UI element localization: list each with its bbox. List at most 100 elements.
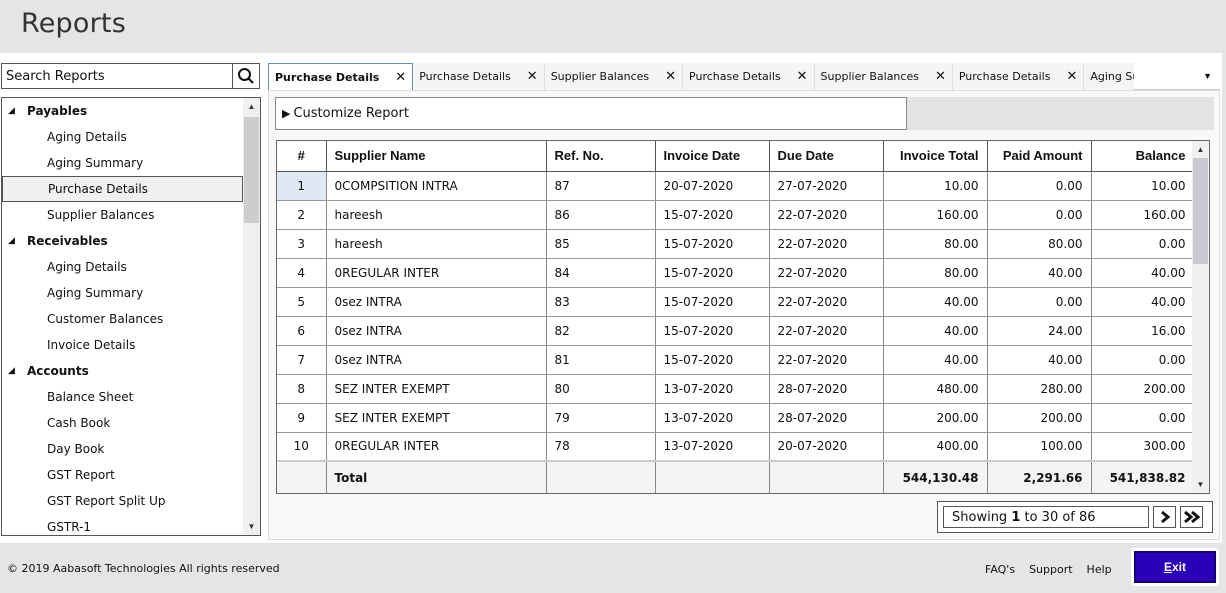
report-tree: ◢ Payables Aging Details Aging Summary Purch…: [1, 97, 261, 536]
table-cell: 0.00: [1091, 229, 1195, 259]
scroll-thumb[interactable]: [244, 117, 259, 223]
scroll-down-icon[interactable]: ▼: [243, 518, 260, 535]
scroll-down-icon[interactable]: ▼: [1192, 476, 1209, 493]
column-header[interactable]: Balance: [1091, 141, 1195, 172]
next-page-button[interactable]: [1153, 506, 1176, 528]
tree-group-label: Accounts: [27, 364, 89, 378]
tree-item-gstr-1[interactable]: GSTR-1: [2, 514, 243, 535]
report-grid: # Supplier Name Ref. No. Invoice Date Due Da…: [276, 140, 1210, 494]
column-header[interactable]: Supplier Name: [326, 141, 547, 172]
customize-report-toggle[interactable]: ▶ Customize Report: [275, 97, 907, 130]
search-button[interactable]: [232, 64, 259, 88]
table-cell: 28-07-2020: [769, 374, 884, 404]
tree-group-accounts[interactable]: ◢ Accounts: [2, 358, 243, 384]
table-cell: 40.00: [1091, 258, 1195, 288]
table-cell: hareesh: [326, 200, 547, 230]
support-link[interactable]: Support: [1029, 563, 1072, 576]
total-cell: 541,838.82: [1091, 460, 1195, 493]
tree-item-customer-balances[interactable]: Customer Balances: [2, 306, 243, 332]
tree-scrollbar[interactable]: ▲ ▼: [243, 98, 260, 535]
close-tab-icon[interactable]: ✕: [935, 69, 946, 84]
table-cell: 40.00: [1091, 287, 1195, 317]
scroll-thumb[interactable]: [1193, 158, 1208, 264]
tree-item-aging-summary[interactable]: Aging Summary: [2, 280, 243, 306]
collapse-triangle-icon[interactable]: ◢: [2, 366, 27, 376]
table-cell: 0.00: [987, 287, 1092, 317]
table-cell: 81: [546, 345, 656, 375]
table-cell: 22-07-2020: [769, 316, 884, 346]
table-cell: 0.00: [987, 200, 1092, 230]
table-cell: 0.00: [987, 171, 1092, 201]
close-tab-icon[interactable]: ✕: [797, 69, 808, 84]
collapse-triangle-icon[interactable]: ◢: [2, 236, 27, 246]
help-link[interactable]: Help: [1087, 563, 1112, 576]
table-row[interactable]: 6 0sez INTRA 82 15-07-2020 22-07-2020 40.00 24…: [277, 316, 1195, 346]
table-row[interactable]: 7 0sez INTRA 81 15-07-2020 22-07-2020 40.00 40…: [277, 345, 1195, 375]
close-tab-icon[interactable]: ✕: [395, 70, 406, 85]
table-cell: 86: [546, 200, 656, 230]
tree-item-aging-summary[interactable]: Aging Summary: [2, 150, 243, 176]
tree-item-cash-book[interactable]: Cash Book: [2, 410, 243, 436]
collapse-triangle-icon[interactable]: ◢: [2, 106, 27, 116]
tree-item-gst-report-split-up[interactable]: GST Report Split Up: [2, 488, 243, 514]
faq-link[interactable]: FAQ's: [985, 563, 1015, 576]
last-page-button[interactable]: [1180, 506, 1203, 528]
table-cell: 160.00: [1091, 200, 1195, 230]
table-row[interactable]: 5 0sez INTRA 83 15-07-2020 22-07-2020 40.00 0.…: [277, 287, 1195, 317]
table-cell: 6: [277, 316, 327, 346]
tab-purchase-details[interactable]: Purchase Details ✕: [683, 63, 815, 90]
table-cell: 20-07-2020: [769, 432, 884, 462]
table-row[interactable]: 1 0COMPSITION INTRA 87 20-07-2020 27-07-2020…: [277, 171, 1195, 201]
tab-purchase-details[interactable]: Purchase Details ✕: [952, 63, 1085, 90]
table-row[interactable]: 3 hareesh 85 15-07-2020 22-07-2020 80.00 80.00…: [277, 229, 1195, 259]
tab-purchase-details[interactable]: Purchase Details ✕: [268, 63, 414, 90]
table-cell: 80.00: [987, 229, 1092, 259]
pager-prefix: Showing: [952, 509, 1012, 525]
column-header[interactable]: Invoice Date: [655, 141, 770, 172]
tree-item-aging-details[interactable]: Aging Details: [2, 124, 243, 150]
tree-group-payables[interactable]: ◢ Payables: [2, 98, 243, 124]
close-tab-icon[interactable]: ✕: [527, 69, 538, 84]
column-header[interactable]: Paid Amount: [987, 141, 1092, 172]
grid-scrollbar[interactable]: ▲ ▼: [1192, 141, 1209, 493]
table-cell: 27-07-2020: [769, 171, 884, 201]
search-input[interactable]: [2, 64, 232, 88]
tab-label: Purchase Details: [419, 70, 511, 83]
scroll-up-icon[interactable]: ▲: [243, 98, 260, 115]
table-cell: 9: [277, 403, 327, 433]
tree-item-gst-report[interactable]: GST Report: [2, 462, 243, 488]
table-cell: 0COMPSITION INTRA: [326, 171, 547, 201]
table-cell: 0REGULAR INTER: [326, 432, 547, 462]
table-row[interactable]: 8 SEZ INTER EXEMPT 80 13-07-2020 28-07-2020 4…: [277, 374, 1195, 404]
exit-button[interactable]: Exit: [1134, 551, 1216, 583]
table-cell: 15-07-2020: [655, 200, 770, 230]
table-cell: 78: [546, 432, 656, 462]
grid-header-row: # Supplier Name Ref. No. Invoice Date Due Da…: [277, 141, 1195, 172]
close-tab-icon[interactable]: ✕: [1066, 69, 1077, 84]
table-row[interactable]: 9 SEZ INTER EXEMPT 79 13-07-2020 28-07-2020 2…: [277, 403, 1195, 433]
tree-item-purchase-details[interactable]: Purchase Details: [2, 176, 243, 202]
tree-group-receivables[interactable]: ◢ Receivables: [2, 228, 243, 254]
table-cell: 24.00: [987, 316, 1092, 346]
column-header[interactable]: Invoice Total: [883, 141, 988, 172]
tree-item-day-book[interactable]: Day Book: [2, 436, 243, 462]
tab-overflow-dropdown[interactable]: ▼: [1134, 63, 1220, 90]
tree-item-aging-details[interactable]: Aging Details: [2, 254, 243, 280]
tree-item-balance-sheet[interactable]: Balance Sheet: [2, 384, 243, 410]
table-row[interactable]: 10 0REGULAR INTER 78 13-07-2020 20-07-2020 40…: [277, 432, 1195, 462]
tab-supplier-balances[interactable]: Supplier Balances ✕: [814, 63, 953, 90]
tree-item-supplier-balances[interactable]: Supplier Balances: [2, 202, 243, 228]
tree-item-invoice-details[interactable]: Invoice Details: [2, 332, 243, 358]
column-header[interactable]: #: [277, 141, 327, 172]
table-row[interactable]: 2 hareesh 86 15-07-2020 22-07-2020 160.00 0.00…: [277, 200, 1195, 230]
tab-supplier-balances[interactable]: Supplier Balances ✕: [544, 63, 684, 90]
table-row[interactable]: 4 0REGULAR INTER 84 15-07-2020 22-07-2020 80.…: [277, 258, 1195, 288]
column-header[interactable]: Due Date: [769, 141, 884, 172]
close-tab-icon[interactable]: ✕: [665, 69, 676, 84]
tab-purchase-details[interactable]: Purchase Details ✕: [413, 63, 545, 90]
scroll-up-icon[interactable]: ▲: [1192, 141, 1209, 158]
pager-rest: to 30 of 86: [1020, 509, 1096, 525]
column-header[interactable]: Ref. No.: [546, 141, 656, 172]
table-cell: 280.00: [987, 374, 1092, 404]
table-cell: 0sez INTRA: [326, 287, 547, 317]
